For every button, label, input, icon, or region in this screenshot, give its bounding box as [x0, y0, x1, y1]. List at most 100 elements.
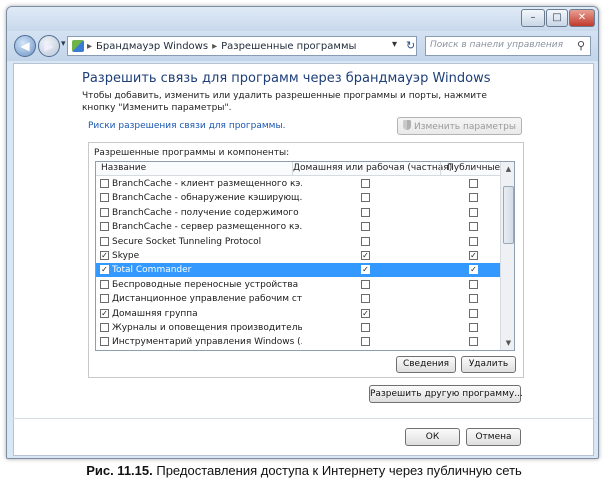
program-enabled-checkbox[interactable]	[100, 337, 109, 347]
program-row[interactable]: BranchCache - обнаружение кэширующ...	[96, 191, 500, 205]
private-network-checkbox[interactable]	[361, 236, 370, 246]
public-network-checkbox[interactable]	[469, 323, 478, 332]
program-row[interactable]: BranchCache - получение содержимого ...	[96, 206, 500, 220]
program-row[interactable]: ✓ Total Commander ✓ ✓	[96, 263, 500, 278]
back-button[interactable]: ◀	[14, 35, 36, 57]
program-enabled-checkbox[interactable]	[100, 193, 109, 203]
program-enabled-checkbox[interactable]	[100, 236, 109, 246]
allow-another-program-button[interactable]: Разрешить другую программу...	[369, 385, 523, 403]
footer-divider	[13, 418, 593, 419]
column-divider[interactable]	[440, 162, 441, 176]
private-network-checkbox[interactable]	[361, 294, 370, 304]
address-separator: ▸	[212, 40, 218, 52]
private-network-checkbox[interactable]: ✓	[361, 265, 370, 275]
address-separator: ▸	[87, 40, 93, 52]
public-network-checkbox[interactable]	[469, 236, 478, 246]
program-enabled-checkbox[interactable]: ✓	[100, 251, 109, 260]
public-network-checkbox[interactable]	[469, 337, 478, 347]
control-panel-icon	[72, 40, 84, 52]
recent-pages-dropdown[interactable]: ▾	[61, 39, 66, 49]
private-network-checkbox[interactable]	[361, 222, 370, 232]
private-network-checkbox[interactable]	[361, 207, 370, 217]
program-row[interactable]: Беспроводные переносные устройства	[96, 278, 500, 292]
refresh-button[interactable]: ↻	[406, 39, 415, 52]
program-name: Инструментарий управления Windows (...	[112, 337, 302, 348]
program-name: Домашняя группа	[112, 308, 198, 319]
public-network-checkbox[interactable]	[469, 222, 478, 232]
private-network-checkbox[interactable]	[361, 279, 370, 289]
shield-icon	[402, 120, 411, 130]
public-network-checkbox[interactable]	[469, 279, 478, 289]
scroll-thumb[interactable]	[503, 186, 514, 244]
scroll-up-icon[interactable]: ▲	[504, 164, 513, 174]
public-network-checkbox[interactable]	[469, 308, 478, 318]
program-enabled-checkbox[interactable]	[100, 222, 109, 232]
breadcrumb-allowed-programs[interactable]: Разрешенные программы	[221, 41, 356, 52]
public-network-checkbox[interactable]: ✓	[469, 251, 478, 260]
details-button[interactable]: Сведения	[396, 356, 456, 373]
change-settings-button[interactable]: Изменить параметры	[397, 117, 522, 135]
program-row[interactable]: BranchCache - сервер размещенного кэ...	[96, 220, 500, 234]
list-scrollbar[interactable]: ▲ ▼	[500, 162, 514, 350]
figure-label: Рис. 11.15.	[86, 463, 153, 478]
page-description: Чтобы добавить, изменить или удалить раз…	[82, 91, 487, 113]
program-row[interactable]: Инструментарий управления Windows (...	[96, 335, 500, 349]
program-enabled-checkbox[interactable]	[100, 294, 109, 304]
program-row[interactable]: Журналы и оповещения производитель...	[96, 321, 500, 335]
ok-button[interactable]: ОК	[405, 428, 460, 446]
public-network-checkbox[interactable]	[469, 193, 478, 203]
private-network-checkbox[interactable]	[361, 337, 370, 347]
column-name[interactable]: Название	[101, 163, 146, 173]
minimize-button[interactable]: –	[521, 9, 545, 27]
private-network-checkbox[interactable]: ✓	[361, 251, 370, 260]
program-name: Журналы и оповещения производитель...	[112, 323, 302, 333]
address-bar[interactable]: ▸ Брандмауэр Windows ▸ Разрешенные прогр…	[67, 36, 417, 56]
close-button[interactable]: ✕	[569, 9, 595, 27]
search-icon[interactable]: ⚲	[577, 39, 585, 52]
private-network-checkbox[interactable]	[361, 179, 370, 188]
program-row[interactable]: BranchCache - клиент размещенного кэ...	[96, 177, 500, 191]
address-dropdown-button[interactable]: ▾	[392, 39, 397, 50]
column-public[interactable]: Публичные	[447, 163, 500, 173]
program-enabled-checkbox[interactable]	[100, 323, 109, 332]
program-enabled-checkbox[interactable]	[100, 179, 109, 188]
public-network-checkbox[interactable]	[469, 179, 478, 188]
programs-list[interactable]: Название Домашняя или рабочая (частная) …	[95, 161, 515, 351]
program-row[interactable]: Дистанционное управление рабочим ст...	[96, 292, 500, 306]
change-settings-label: Изменить параметры	[413, 122, 516, 132]
program-row[interactable]: Secure Socket Tunneling Protocol	[96, 235, 500, 249]
public-network-checkbox[interactable]: ✓	[469, 265, 478, 275]
private-network-checkbox[interactable]: ✓	[361, 308, 370, 318]
private-network-checkbox[interactable]	[361, 323, 370, 332]
page-title: Разрешить связь для программ через бранд…	[82, 71, 491, 86]
program-enabled-checkbox[interactable]	[100, 207, 109, 217]
program-row[interactable]: ✓ Skype ✓ ✓	[96, 249, 500, 263]
list-header: Название Домашняя или рабочая (частная) …	[96, 162, 500, 176]
program-row[interactable]: ✓ Домашняя группа ✓	[96, 307, 500, 321]
program-name: Total Commander	[112, 265, 192, 276]
search-placeholder: Поиск в панели управления	[430, 40, 563, 50]
forward-button[interactable]: ▶	[38, 35, 60, 57]
program-name: Skype	[112, 251, 140, 261]
navigation-bar: ◀ ▶ ▾ ▸ Брандмауэр Windows ▸ Разрешенные…	[7, 31, 598, 61]
program-enabled-checkbox[interactable]	[100, 279, 109, 289]
remove-button[interactable]: Удалить	[461, 356, 516, 373]
column-private[interactable]: Домашняя или рабочая (частная)	[293, 163, 452, 173]
breadcrumb-firewall[interactable]: Брандмауэр Windows	[96, 41, 208, 52]
program-name: Беспроводные переносные устройства	[112, 279, 299, 290]
figure-caption: Рис. 11.15. Предоставления доступа к Инт…	[0, 463, 608, 478]
public-network-checkbox[interactable]	[469, 294, 478, 304]
public-network-checkbox[interactable]	[469, 207, 478, 217]
search-input[interactable]: Поиск в панели управления	[425, 36, 591, 56]
program-enabled-checkbox[interactable]: ✓	[100, 265, 109, 275]
scroll-down-icon[interactable]: ▼	[504, 338, 513, 348]
cancel-button[interactable]: Отмена	[466, 428, 521, 446]
maximize-button[interactable]: □	[546, 9, 568, 27]
group-label: Разрешенные программы и компоненты:	[94, 148, 290, 158]
private-network-checkbox[interactable]	[361, 193, 370, 203]
risks-link[interactable]: Риски разрешения связи для программы.	[88, 121, 285, 131]
program-name: BranchCache - получение содержимого ...	[112, 207, 302, 218]
program-name: BranchCache - клиент размещенного кэ...	[112, 179, 302, 189]
program-name: BranchCache - обнаружение кэширующ...	[112, 193, 302, 204]
program-enabled-checkbox[interactable]: ✓	[100, 308, 109, 318]
